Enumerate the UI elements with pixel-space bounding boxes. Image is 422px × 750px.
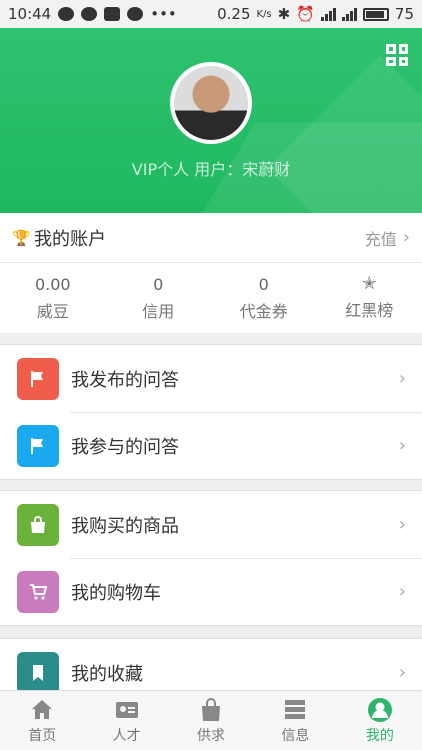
chevron-right-icon: ›	[402, 227, 410, 248]
stat-value: 0	[153, 274, 164, 294]
stat-label: 红黑榜	[345, 301, 394, 320]
bluetooth-icon: ✱	[277, 5, 291, 23]
nav-label: 首页	[28, 727, 57, 744]
mail-icon	[104, 7, 121, 21]
home-icon	[32, 699, 53, 719]
stat-label: 代金券	[239, 301, 288, 321]
stat-credit[interactable]: 0 信用	[106, 263, 212, 333]
menu-purchased[interactable]: 我购买的商品 ›	[0, 491, 422, 558]
nav-label: 我的	[365, 727, 394, 744]
user-icon	[367, 697, 392, 722]
avatar[interactable]	[170, 62, 252, 144]
flag-icon	[17, 357, 59, 400]
recharge-label: 充值	[364, 229, 397, 249]
stat-value: 0	[258, 274, 269, 294]
user-info: VIP个人 用户：宋蔚财	[131, 160, 291, 179]
battery-level: 75	[394, 5, 414, 23]
nav-mine[interactable]: 我的	[338, 691, 422, 750]
nav-home[interactable]: 首页	[0, 691, 84, 750]
favorites-group: 我的收藏 ›	[0, 638, 422, 698]
status-bar: 10:44 ••• 0.25 K/s ✱ ⏰ 75	[0, 0, 422, 28]
stat-value: 0.00	[34, 274, 71, 294]
chevron-right-icon: ›	[398, 514, 406, 535]
chevron-right-icon: ›	[398, 435, 406, 456]
stat-weidou[interactable]: 0.00 威豆	[0, 263, 106, 333]
stat-label: 威豆	[36, 301, 69, 321]
chevron-right-icon: ›	[398, 368, 406, 389]
menu-label: 我购买的商品	[71, 515, 179, 537]
nav-label: 信息	[281, 727, 310, 744]
menu-label: 我发布的问答	[71, 369, 179, 391]
account-card: 🏆 我的账户 充值 › 0.00 威豆 0 信用 0 代金券 ✭ 红黑榜	[0, 213, 422, 333]
menu-label: 我的购物车	[71, 582, 161, 604]
profile-header: VIP个人 用户：宋蔚财	[0, 28, 422, 213]
qa-group: 我发布的问答 › 我参与的问答 ›	[0, 344, 422, 480]
id-card-icon	[115, 701, 138, 718]
more-icon: •••	[150, 5, 177, 23]
bag-icon	[17, 503, 59, 546]
nav-info[interactable]: 信息	[253, 691, 337, 750]
shopping-group: 我购买的商品 › 我的购物车 ›	[0, 490, 422, 626]
nav-supply[interactable]: 供求	[169, 691, 253, 750]
bottom-nav: 首页 人才 供求 信息 我的	[0, 690, 422, 750]
cart-icon	[17, 570, 59, 613]
bookmark-icon	[17, 651, 59, 694]
menu-label: 我的收藏	[71, 663, 143, 685]
recharge-link[interactable]: 充值 ›	[365, 226, 410, 250]
chevron-right-icon: ›	[398, 581, 406, 602]
net-speed: 0.25	[217, 5, 251, 23]
account-header[interactable]: 🏆 我的账户 充值 ›	[0, 213, 422, 263]
flag-icon	[17, 424, 59, 467]
account-title: 我的账户	[34, 228, 106, 250]
chevron-right-icon: ›	[398, 662, 406, 683]
hotspot-icon	[127, 7, 144, 21]
account-stats: 0.00 威豆 0 信用 0 代金券 ✭ 红黑榜	[0, 263, 422, 333]
chat-icon	[81, 7, 98, 21]
shopping-bag-icon	[202, 697, 221, 721]
menu-published-qa[interactable]: 我发布的问答 ›	[0, 345, 422, 412]
stat-ranking[interactable]: ✭ 红黑榜	[317, 263, 422, 333]
nav-talent[interactable]: 人才	[84, 691, 168, 750]
stat-label: 信用	[142, 301, 175, 321]
net-unit: K/s	[256, 8, 272, 20]
server-icon	[285, 699, 306, 719]
message-icon	[58, 7, 75, 21]
status-time: 10:44	[8, 5, 52, 23]
signal-icon-2	[341, 7, 357, 21]
qr-code-icon[interactable]	[386, 44, 408, 66]
menu-joined-qa[interactable]: 我参与的问答 ›	[0, 412, 422, 479]
star-icon: ✭	[361, 273, 377, 294]
menu-cart[interactable]: 我的购物车 ›	[0, 558, 422, 625]
alarm-icon: ⏰	[296, 5, 315, 23]
trophy-icon: 🏆	[12, 228, 31, 247]
nav-label: 人才	[112, 727, 141, 744]
menu-label: 我参与的问答	[71, 436, 179, 458]
stat-voucher[interactable]: 0 代金券	[211, 263, 317, 333]
nav-label: 供求	[197, 727, 226, 744]
battery-icon	[362, 7, 389, 21]
signal-icon	[320, 7, 336, 21]
